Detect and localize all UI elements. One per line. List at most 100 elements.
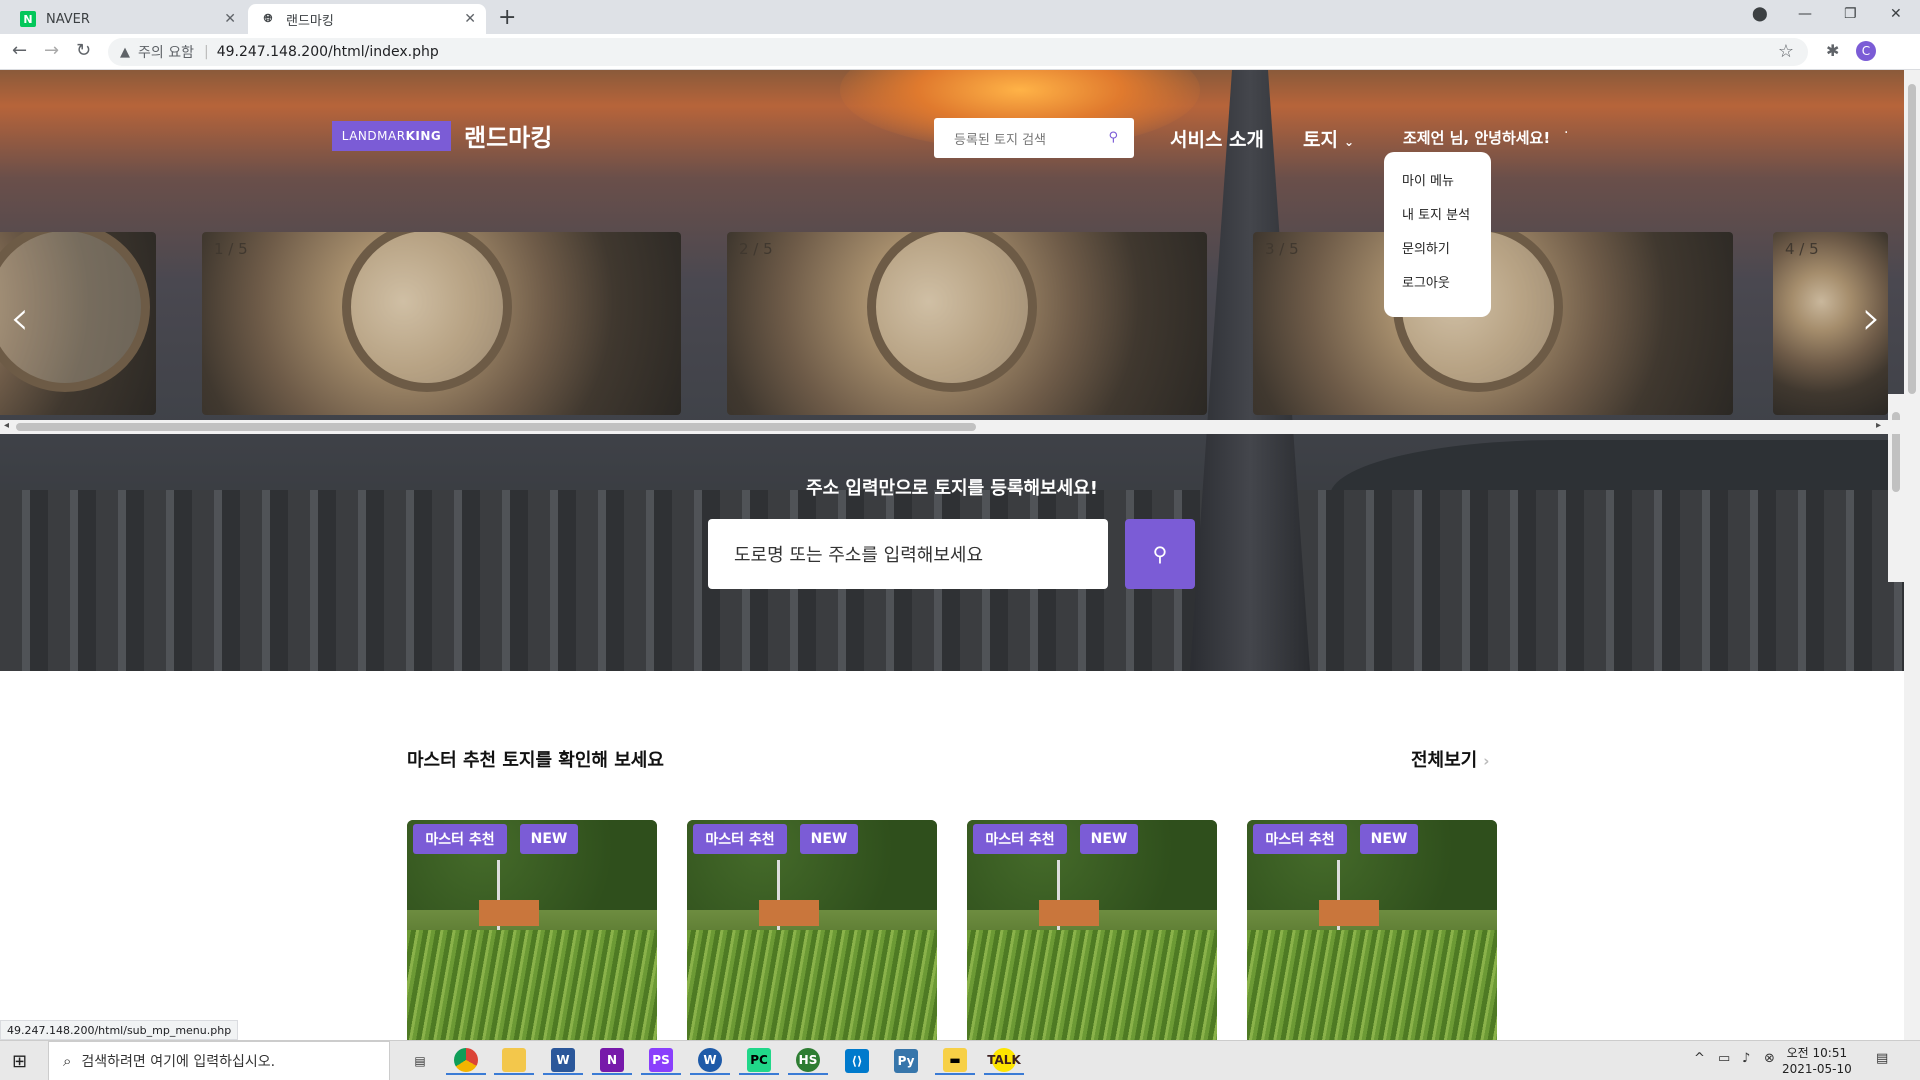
windows-start-icon[interactable]: ⊞ — [12, 1051, 27, 1072]
address-search-button[interactable]: ⚲ — [1125, 519, 1195, 589]
kakaotalk-app-icon[interactable]: TALK — [984, 1047, 1024, 1075]
naver-favicon-icon: N — [20, 11, 36, 27]
onenote-app-icon[interactable]: N — [592, 1047, 632, 1075]
view-all-link[interactable]: 전체보기 › — [1411, 746, 1489, 772]
nav-land[interactable]: 토지 ⌄ — [1303, 125, 1354, 152]
security-label: 주의 요함 — [138, 45, 194, 61]
word-app-icon[interactable]: W — [543, 1047, 583, 1075]
nav-land-label: 토지 — [1303, 129, 1338, 151]
windows-taskbar: ⊞ ⌕ 검색하려면 여기에 입력하십시오. ▤ W N PS W PC HS ⟨… — [0, 1040, 1920, 1080]
tab-landmarking[interactable]: 🌐︎ 랜드마킹 ✕ — [248, 4, 486, 34]
carousel-slide[interactable]: 3 / 5 — [1253, 232, 1733, 415]
page-scrollbar[interactable] — [1904, 70, 1920, 1040]
carousel-horizontal-scrollbar[interactable]: ◂ ▸ — [0, 420, 1904, 434]
web-page: LANDMAR KING 랜드마킹 등록된 토지 검색 ⚲ 서비스 소개 토지 ⌄ … — [0, 70, 1904, 1040]
carousel-prev-icon[interactable]: ‹ — [10, 290, 29, 346]
back-icon[interactable]: ← — [12, 40, 27, 61]
pycharm-app-icon[interactable]: PC — [739, 1047, 779, 1075]
grass-image — [687, 930, 937, 1040]
search-icon: ⌕ — [63, 1052, 72, 1070]
land-card[interactable]: 마스터 추천 NEW — [967, 820, 1217, 1040]
globe-icon: 🌐︎ — [263, 12, 273, 25]
tray-chevron-icon[interactable]: ^ — [1694, 1051, 1705, 1066]
magnifier-image — [867, 232, 1037, 392]
carousel-next-icon[interactable]: › — [1862, 290, 1881, 346]
carousel-slide[interactable]: 1 / 5 — [202, 232, 681, 415]
system-clock[interactable]: 오전 10:51 2021-05-10 — [1782, 1045, 1852, 1077]
house-image — [479, 900, 539, 926]
tab-search-icon[interactable]: ⬤ — [1752, 6, 1768, 22]
menu-item-logout[interactable]: 로그아웃 — [1402, 272, 1491, 306]
chrome-app-icon[interactable] — [446, 1047, 486, 1075]
browser-tab-bar: N NAVER ✕ 🌐︎ 랜드마킹 ✕ + ⬤ — ❐ ✕ — [0, 0, 1920, 34]
taskbar-search-placeholder: 검색하려면 여기에 입력하십시오. — [81, 1054, 276, 1070]
forward-icon[interactable]: → — [44, 40, 59, 61]
search-icon[interactable]: ⚲ — [1108, 130, 1118, 145]
minimize-icon[interactable]: — — [1798, 6, 1812, 22]
dot-icon: · — [1564, 125, 1569, 141]
extensions-icon[interactable]: ✱ — [1826, 41, 1839, 60]
grass-image — [967, 930, 1217, 1040]
writer-app-icon[interactable]: W — [690, 1047, 730, 1075]
profile-avatar[interactable]: C — [1856, 41, 1876, 61]
grass-image — [1247, 930, 1497, 1040]
scroll-thumb[interactable] — [1908, 84, 1916, 394]
magnifier-image — [342, 232, 512, 392]
bookmark-star-icon[interactable]: ☆ — [1778, 41, 1794, 62]
warning-icon: ▲ — [120, 44, 130, 60]
task-view-icon[interactable]: ▤ — [400, 1047, 440, 1075]
restore-icon[interactable]: ❐ — [1844, 6, 1857, 22]
address-bar[interactable]: ▲ 주의 요함 | 49.247.148.200/html/index.php … — [108, 38, 1808, 66]
logo-prefix: LANDMAR — [341, 129, 406, 143]
network-icon[interactable]: ⊗ — [1764, 1051, 1775, 1066]
menu-item-my-land-analysis[interactable]: 내 토지 분석 — [1402, 204, 1491, 238]
slide-counter: 2 / 5 — [739, 240, 773, 258]
scroll-right-icon[interactable]: ▸ — [1876, 420, 1881, 431]
grass-image — [407, 930, 657, 1040]
taskbar-search[interactable]: ⌕ 검색하려면 여기에 입력하십시오. — [48, 1041, 390, 1080]
land-search-input[interactable]: 등록된 토지 검색 ⚲ — [934, 118, 1134, 158]
new-tab-button[interactable]: + — [498, 5, 516, 30]
house-image — [1319, 900, 1379, 926]
search-placeholder: 등록된 토지 검색 — [954, 132, 1046, 148]
window-close-icon[interactable]: ✕ — [1890, 6, 1902, 22]
house-image — [759, 900, 819, 926]
land-card[interactable]: 마스터 추천 NEW — [1247, 820, 1497, 1040]
nav-service-intro[interactable]: 서비스 소개 — [1170, 125, 1264, 152]
battery-icon[interactable]: ▭ — [1718, 1051, 1730, 1066]
badge-new: NEW — [520, 824, 578, 854]
link-status-bar: 49.247.148.200/html/sub_mp_menu.php — [0, 1020, 239, 1040]
python-app-icon[interactable]: Py — [886, 1047, 926, 1075]
close-icon[interactable]: ✕ — [464, 11, 476, 27]
carousel: 1 / 5 2 / 5 3 / 5 4 / 5 ‹ › — [0, 232, 1904, 582]
notification-icon[interactable]: ▤ — [1876, 1051, 1888, 1066]
vscode-app-icon[interactable]: ⟨⟩ — [837, 1047, 877, 1075]
badge-master-pick: 마스터 추천 — [413, 824, 507, 854]
menu-item-inquiry[interactable]: 문의하기 — [1402, 238, 1491, 272]
carousel-slide[interactable]: 2 / 5 — [727, 232, 1207, 415]
file-explorer-app-icon[interactable] — [494, 1047, 534, 1075]
browser-toolbar: ← → ↻ ▲ 주의 요함 | 49.247.148.200/html/inde… — [0, 34, 1920, 70]
reload-icon[interactable]: ↻ — [76, 40, 91, 61]
close-icon[interactable]: ✕ — [224, 11, 236, 27]
hs-app-icon[interactable]: HS — [788, 1047, 828, 1075]
slide-counter: 4 / 5 — [1785, 240, 1819, 258]
nav-user-greeting[interactable]: 조제언 님, 안녕하세요! — [1403, 127, 1550, 148]
land-card[interactable]: 마스터 추천 NEW — [687, 820, 937, 1040]
scroll-left-icon[interactable]: ◂ — [4, 420, 9, 431]
sticky-notes-app-icon[interactable]: ▬ — [935, 1047, 975, 1075]
tab-naver[interactable]: N NAVER ✕ — [8, 4, 246, 34]
clock-date: 2021-05-10 — [1782, 1062, 1852, 1076]
phpstorm-app-icon[interactable]: PS — [641, 1047, 681, 1075]
chevron-down-icon: ⌄ — [1343, 135, 1355, 149]
menu-item-my-menu[interactable]: 마이 메뉴 — [1402, 170, 1491, 204]
slide-counter: 1 / 5 — [214, 240, 248, 258]
url-text: 49.247.148.200/html/index.php — [216, 44, 439, 60]
slide-counter: 3 / 5 — [1265, 240, 1299, 258]
address-input[interactable]: 도로명 또는 주소를 입력해보세요 — [708, 519, 1108, 589]
volume-icon[interactable]: ♪ — [1742, 1051, 1750, 1066]
scroll-thumb[interactable] — [16, 423, 976, 431]
logo-badge[interactable]: LANDMAR KING — [332, 121, 451, 151]
land-card[interactable]: 마스터 추천 NEW — [407, 820, 657, 1040]
brand-title[interactable]: 랜드마킹 — [464, 118, 552, 153]
